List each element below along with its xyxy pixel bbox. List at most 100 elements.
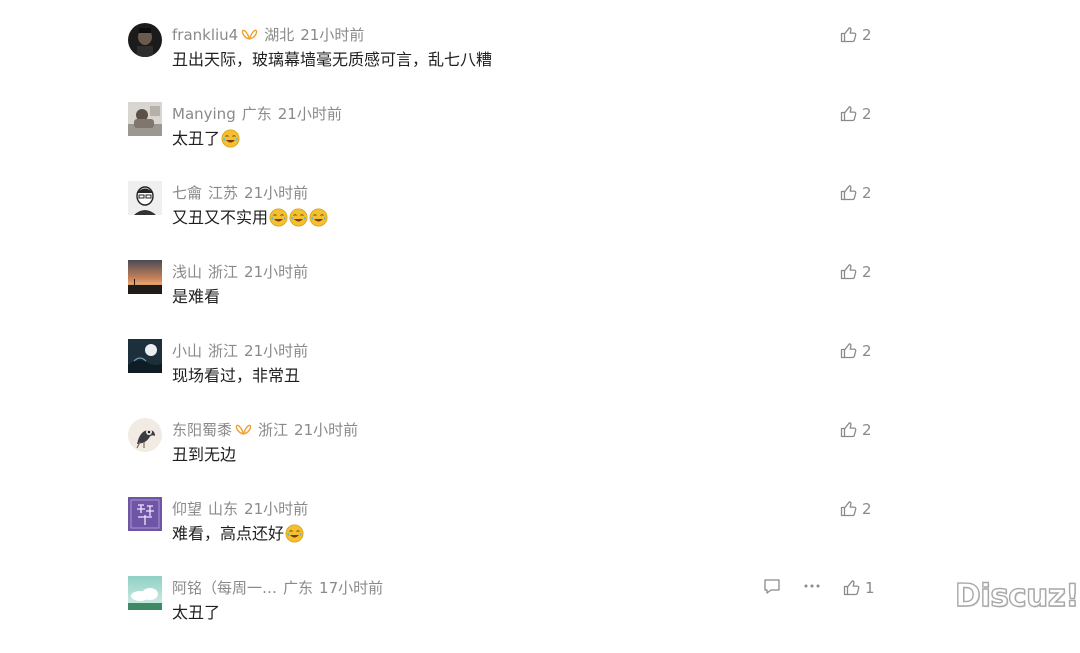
- comment-meta: 七龠 江苏 21小时前: [172, 181, 308, 205]
- author-name[interactable]: 小山: [172, 342, 202, 360]
- comment-meta: 仰望 山东 21小时前: [172, 497, 308, 521]
- comment-item: frankliu4 湖北 21小时前 丑出天际，玻璃幕墙毫无质感可言，乱七八糟 2: [0, 21, 1080, 100]
- timestamp: 17小时前: [319, 579, 384, 597]
- avatar[interactable]: [128, 181, 162, 215]
- laugh-cry-emoji-icon: [221, 129, 240, 148]
- author-name[interactable]: 仰望: [172, 500, 202, 518]
- avatar[interactable]: [128, 497, 162, 531]
- laugh-cry-emoji-icon: [309, 208, 328, 227]
- avatar[interactable]: [128, 418, 162, 452]
- region: 浙江: [258, 421, 289, 439]
- like-button[interactable]: 2: [840, 103, 872, 125]
- timestamp: 21小时前: [244, 342, 309, 360]
- region: 广东: [241, 105, 272, 123]
- like-button[interactable]: 2: [840, 182, 872, 204]
- like-count: 2: [862, 421, 872, 439]
- more-dots-icon[interactable]: [802, 577, 822, 595]
- avatar-image: [128, 260, 162, 294]
- comment-text: 现场看过，非常丑: [172, 364, 300, 388]
- avatar[interactable]: [128, 339, 162, 373]
- region: 广东: [283, 579, 314, 597]
- region: 浙江: [208, 342, 239, 360]
- comment-body: 是难看: [172, 287, 221, 306]
- avatar-image: [128, 102, 162, 136]
- like-button[interactable]: 2: [840, 340, 872, 362]
- avatar-image: [128, 418, 162, 452]
- comment-body: 丑到无边: [172, 445, 237, 464]
- comment-item: 阿铭（每周一… 广东 17小时前 太丑了 1: [0, 574, 1080, 653]
- comment-meta: 阿铭（每周一… 广东 17小时前: [172, 576, 383, 600]
- comment-text: 丑出天际，玻璃幕墙毫无质感可言，乱七八糟: [172, 48, 492, 72]
- like-count: 2: [862, 26, 872, 44]
- avatar[interactable]: [128, 23, 162, 57]
- laugh-cry-emoji-icon: [285, 524, 304, 543]
- comment-text: 是难看: [172, 285, 220, 309]
- timestamp: 21小时前: [244, 500, 309, 518]
- thumbs-up-icon: [840, 343, 857, 359]
- like-count: 2: [862, 500, 872, 518]
- author-name[interactable]: Manying: [172, 105, 236, 123]
- region: 江苏: [208, 184, 239, 202]
- vip-butterfly-icon: [235, 423, 252, 437]
- like-button[interactable]: 2: [840, 498, 872, 520]
- watermark-logo: Discuz!: [954, 577, 1080, 614]
- comment-item: 东阳蜀黍 浙江 21小时前 丑到无边 2: [0, 416, 1080, 495]
- avatar-image: [128, 23, 162, 57]
- comment-body: 太丑了: [172, 603, 221, 622]
- comment-meta: 浅山 浙江 21小时前: [172, 260, 308, 284]
- comment-body: 现场看过，非常丑: [172, 366, 301, 385]
- region: 山东: [208, 500, 239, 518]
- comment-meta: frankliu4 湖北 21小时前: [172, 23, 364, 47]
- thumbs-up-icon: [840, 264, 857, 280]
- comment-item: 小山 浙江 21小时前 现场看过，非常丑 2: [0, 337, 1080, 416]
- timestamp: 21小时前: [277, 105, 342, 123]
- comment-item: Manying 广东 21小时前 太丑了 2: [0, 100, 1080, 179]
- comment-text: 又丑又不实用: [172, 206, 328, 230]
- comment-body: 太丑了: [172, 129, 221, 148]
- avatar-image: [128, 497, 162, 531]
- timestamp: 21小时前: [300, 26, 365, 44]
- like-button[interactable]: 1: [843, 577, 875, 599]
- comment-body: 又丑又不实用: [172, 208, 269, 227]
- like-button[interactable]: 2: [840, 261, 872, 283]
- like-count: 2: [862, 263, 872, 281]
- author-name[interactable]: 阿铭（每周一…: [172, 579, 277, 597]
- like-count: 2: [862, 342, 872, 360]
- vip-butterfly-icon: [241, 28, 258, 42]
- thumbs-up-icon: [840, 422, 857, 438]
- timestamp: 21小时前: [244, 263, 309, 281]
- avatar-image: [128, 181, 162, 215]
- laugh-cry-emoji-icon: [289, 208, 308, 227]
- timestamp: 21小时前: [244, 184, 309, 202]
- like-count: 2: [862, 105, 872, 123]
- comment-meta: 小山 浙江 21小时前: [172, 339, 308, 363]
- author-name[interactable]: 七龠: [172, 184, 202, 202]
- author-name[interactable]: 浅山: [172, 263, 202, 281]
- comment-meta: 东阳蜀黍 浙江 21小时前: [172, 418, 358, 442]
- comment-text: 太丑了: [172, 601, 220, 625]
- thumbs-up-icon: [840, 185, 857, 201]
- avatar[interactable]: [128, 260, 162, 294]
- region: 湖北: [264, 26, 295, 44]
- comment-bubble-icon[interactable]: [763, 577, 781, 595]
- timestamp: 21小时前: [294, 421, 359, 439]
- avatar[interactable]: [128, 102, 162, 136]
- avatar[interactable]: [128, 576, 162, 610]
- comment-text: 太丑了: [172, 127, 240, 151]
- laugh-cry-emoji-icon: [269, 208, 288, 227]
- author-name[interactable]: 东阳蜀黍: [172, 421, 232, 439]
- thumbs-up-icon: [840, 27, 857, 43]
- like-count: 2: [862, 184, 872, 202]
- author-name[interactable]: frankliu4: [172, 26, 238, 44]
- comment-text: 难看，高点还好: [172, 522, 304, 546]
- avatar-image: [128, 339, 162, 373]
- thumbs-up-icon: [840, 106, 857, 122]
- region: 浙江: [208, 263, 239, 281]
- avatar-image: [128, 576, 162, 610]
- like-count: 1: [865, 579, 875, 597]
- comment-text: 丑到无边: [172, 443, 236, 467]
- like-button[interactable]: 2: [840, 419, 872, 441]
- like-button[interactable]: 2: [840, 24, 872, 46]
- comment-body: 丑出天际，玻璃幕墙毫无质感可言，乱七八糟: [172, 50, 493, 69]
- comment-list: frankliu4 湖北 21小时前 丑出天际，玻璃幕墙毫无质感可言，乱七八糟 2 …: [0, 0, 1080, 623]
